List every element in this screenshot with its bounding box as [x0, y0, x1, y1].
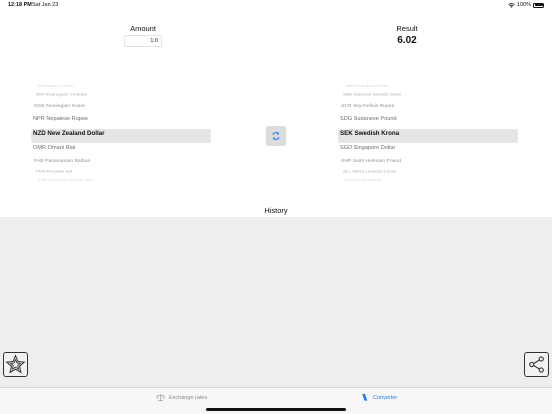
picker-item[interactable]: NGN Nigerian Naira — [31, 84, 211, 87]
swap-icon — [272, 132, 280, 140]
tab-exchange-rates[interactable]: Exchange rates — [156, 393, 207, 402]
picker-selected-item[interactable]: SEK Swedish Krona — [338, 130, 518, 137]
history-title: History — [264, 206, 288, 215]
wifi-icon — [508, 2, 515, 8]
picker-item[interactable]: NIO Nicaraguan Cordoba — [31, 92, 211, 96]
picker-item[interactable]: SOS Somali Shilling — [338, 178, 518, 181]
status-date: Sat Jan 23 — [32, 2, 59, 8]
result-label: Result — [396, 24, 418, 33]
swap-currencies-button[interactable] — [266, 126, 286, 146]
tab-exchange-rates-label: Exchange rates — [169, 394, 208, 401]
picker-item[interactable]: SCR Seychellois Rupee — [338, 103, 518, 108]
picker-item[interactable]: SHP Saint Helenian Pound — [338, 158, 518, 163]
status-time: 12:18 PM — [8, 2, 32, 8]
picker-item[interactable]: PEN Peruvian Sol — [31, 169, 211, 173]
picker-item[interactable]: SAR Saudi Arabian Riyal — [338, 84, 518, 87]
status-indicators: 100% — [508, 2, 544, 8]
home-indicator — [206, 408, 346, 411]
picker-item[interactable]: OMR Omani Rial — [31, 145, 211, 151]
favorites-button[interactable] — [3, 352, 28, 377]
from-currency-picker[interactable]: NGN Nigerian Naira NIO Nicaraguan Cordoba… — [31, 84, 211, 188]
scale-icon — [156, 394, 165, 401]
amount-input[interactable] — [124, 35, 162, 47]
picker-item[interactable]: NPR Nepalese Rupee — [31, 116, 211, 122]
converter-icon — [362, 393, 368, 401]
picker-item[interactable]: PGK Papua New Guinean Kina — [31, 178, 211, 181]
to-currency-picker[interactable]: SAR Saudi Arabian Riyal SBD Solomon Islan… — [338, 84, 518, 188]
share-button[interactable] — [524, 352, 549, 377]
battery-percent: 100% — [516, 2, 531, 8]
share-icon — [529, 356, 544, 373]
picker-selected-item[interactable]: NZD New Zealand Dollar — [31, 130, 211, 137]
result-value: 6.02 — [397, 35, 417, 46]
picker-item[interactable]: SLL Sierra Leonean Leone — [338, 169, 518, 173]
picker-item[interactable]: NOK Norwegian Krone — [31, 103, 211, 108]
picker-item[interactable]: PAB Panamanian Balboa — [31, 158, 211, 163]
amount-label: Amount — [130, 24, 156, 33]
status-bar: 12:18 PM Sat Jan 23 100% — [0, 0, 552, 12]
battery-icon — [533, 2, 544, 8]
tab-converter-label: Converter — [373, 394, 398, 401]
tab-converter[interactable]: Converter — [360, 393, 397, 402]
picker-item[interactable]: SGD Singapore Dollar — [338, 145, 518, 151]
picker-item[interactable]: SBD Solomon Islander Dollar — [338, 92, 518, 96]
star-icon — [5, 354, 26, 374]
history-list[interactable] — [0, 217, 552, 387]
picker-item[interactable]: SDG Sudanese Pound — [338, 116, 518, 122]
